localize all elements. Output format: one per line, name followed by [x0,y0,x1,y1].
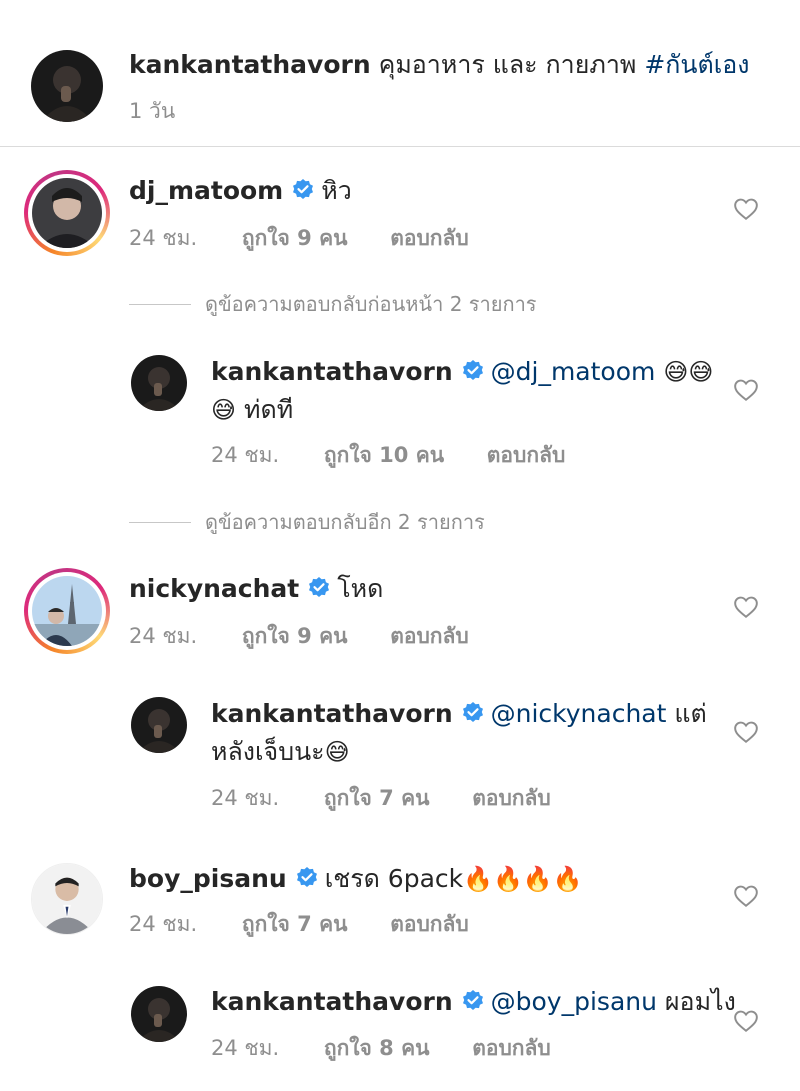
reply-body: หลังเจ็บนะ [211,737,325,766]
reply-emoji: 😅 [211,396,237,424]
comment-likes[interactable]: ถูกใจ 7 คน [242,908,348,941]
reply-username[interactable]: kankantathavorn [211,699,453,728]
comment-text: dj_matoom หิว [129,174,352,208]
reply-meta: 24 ชม. ถูกใจ 10 คน ตอบกลับ [211,439,565,472]
comment-time: 24 ชม. [129,624,198,648]
caption-text: kankantathavorn คุมอาหาร และ กายภาพ #กัน… [129,48,750,82]
reply-time: 24 ชม. [211,443,280,467]
replies-line [129,303,191,305]
heart-outline-icon[interactable] [733,1008,759,1034]
comment-username[interactable]: nickynachat [129,574,299,603]
comment-reply-button[interactable]: ตอบกลับ [390,222,469,255]
reply-reply-button[interactable]: ตอบกลับ [472,1032,551,1065]
reply-likes[interactable]: ถูกใจ 10 คน [324,439,444,472]
fire-emoji: 🔥🔥🔥🔥 [463,865,583,893]
verified-badge-icon [462,360,483,380]
caption-divider [0,146,800,147]
reply-avatar-kankantathavorn[interactable] [131,986,187,1042]
reply-time: 24 ชม. [211,786,280,810]
reply-username[interactable]: kankantathavorn [211,987,453,1016]
reply-text-line2: 😅 ท่ดที [211,393,293,427]
reply-avatar-kankantathavorn[interactable] [131,355,187,411]
caption-author-avatar[interactable] [31,50,103,122]
reply-text-line1: kankantathavorn @boy_pisanu ผอมไง [211,985,736,1019]
reply-meta: 24 ชม. ถูกใจ 8 คน ตอบกลับ [211,1032,551,1065]
comment-body: หิว [321,176,352,205]
reply-mention[interactable]: @boy_pisanu [491,987,657,1016]
reply-reply-button[interactable]: ตอบกลับ [487,439,566,472]
comment-body: เชรด 6pack [324,864,464,893]
comment-username[interactable]: dj_matoom [129,176,283,205]
reply-username[interactable]: kankantathavorn [211,357,453,386]
comment-reply-button[interactable]: ตอบกลับ [390,908,469,941]
heart-outline-icon[interactable] [733,377,759,403]
verified-badge-icon [293,179,314,199]
reply-emoji: 😅 [324,738,350,766]
verified-badge-icon [309,577,330,597]
reply-reply-button[interactable]: ตอบกลับ [472,782,551,815]
heart-outline-icon[interactable] [733,594,759,620]
comment-text: nickynachat โหด [129,572,383,606]
view-replies-label: ดูข้อความตอบกลับก่อนหน้า 2 รายการ [205,292,537,316]
comment-meta: 24 ชม. ถูกใจ 9 คน ตอบกลับ [129,620,469,653]
verified-badge-icon [296,867,317,887]
comment-avatar-boy-pisanu[interactable] [31,863,103,935]
comment-likes[interactable]: ถูกใจ 9 คน [242,620,348,653]
comment-body: โหด [337,574,384,603]
reply-body: แต่ [674,699,707,728]
reply-likes[interactable]: ถูกใจ 8 คน [324,1032,430,1065]
comment-avatar-dj-matoom[interactable] [24,170,110,256]
reply-mention[interactable]: @nickynachat [491,699,667,728]
view-more-replies-button[interactable]: ดูข้อความตอบกลับอีก 2 รายการ [129,506,485,538]
comment-text: boy_pisanu เชรด 6pack🔥🔥🔥🔥 [129,862,583,896]
comment-time: 24 ชม. [129,912,198,936]
comment-username[interactable]: boy_pisanu [129,864,287,893]
view-replies-label: ดูข้อความตอบกลับอีก 2 รายการ [205,510,485,534]
comment-avatar-nickynachat[interactable] [24,568,110,654]
comment-likes[interactable]: ถูกใจ 9 คน [242,222,348,255]
heart-outline-icon[interactable] [733,196,759,222]
heart-outline-icon[interactable] [733,719,759,745]
caption-time: 1 วัน [129,99,176,123]
heart-outline-icon[interactable] [733,883,759,909]
reply-meta: 24 ชม. ถูกใจ 7 คน ตอบกลับ [211,782,551,815]
comment-reply-button[interactable]: ตอบกลับ [390,620,469,653]
reply-text-line1: kankantathavorn @nickynachat แต่ [211,697,707,731]
reply-body: ผอมไง [664,987,736,1016]
caption-body: คุมอาหาร และ กายภาพ [378,50,637,79]
comment-time: 24 ชม. [129,226,198,250]
comment-meta: 24 ชม. ถูกใจ 9 คน ตอบกลับ [129,222,469,255]
replies-line [129,521,191,523]
caption-username[interactable]: kankantathavorn [129,50,371,79]
reply-likes[interactable]: ถูกใจ 7 คน [324,782,430,815]
reply-emoji: 😅😅 [663,358,714,386]
verified-badge-icon [462,702,483,722]
reply-text-line1: kankantathavorn @dj_matoom 😅😅 [211,355,713,389]
verified-badge-icon [462,990,483,1010]
reply-body: ท่ดที [243,395,294,424]
reply-avatar-kankantathavorn[interactable] [131,697,187,753]
comment-meta: 24 ชม. ถูกใจ 7 คน ตอบกลับ [129,908,469,941]
view-previous-replies-button[interactable]: ดูข้อความตอบกลับก่อนหน้า 2 รายการ [129,288,537,320]
caption-hashtag[interactable]: #กันต์เอง [644,50,749,79]
reply-time: 24 ชม. [211,1036,280,1060]
reply-text-line2: หลังเจ็บนะ😅 [211,735,350,769]
reply-mention[interactable]: @dj_matoom [491,357,656,386]
